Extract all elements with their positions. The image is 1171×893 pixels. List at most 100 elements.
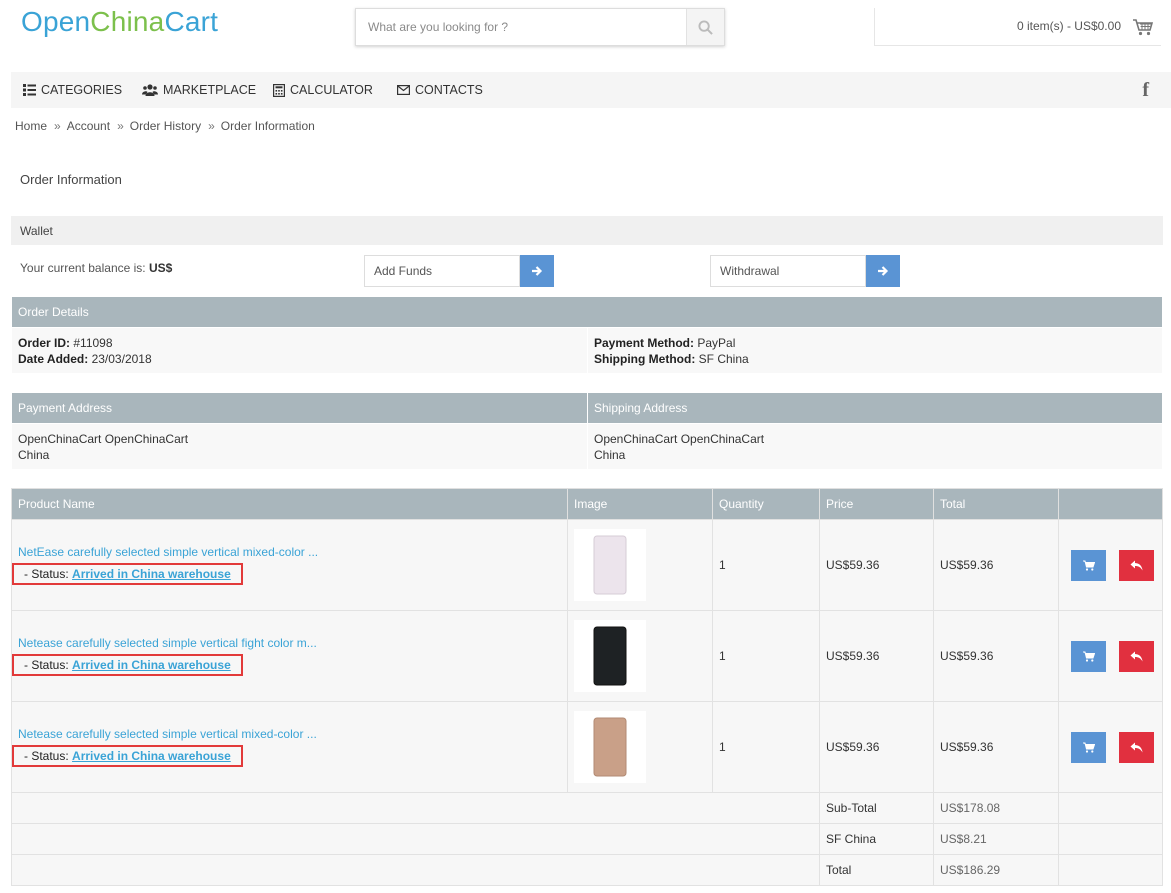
actions-cell <box>1058 610 1163 702</box>
total-cell: US$59.36 <box>933 519 1059 611</box>
status-link[interactable]: Arrived in China warehouse <box>72 567 231 581</box>
wallet-heading: Wallet <box>11 216 1163 245</box>
cart-widget[interactable]: 0 item(s) - US$0.00 <box>874 8 1161 46</box>
status-highlight: - Status: Arrived in China warehouse <box>12 563 243 585</box>
shipping-method: SF China <box>698 351 749 366</box>
subtotal-value: US$178.08 <box>933 792 1059 824</box>
add-funds-input[interactable] <box>364 255 520 287</box>
product-name-cell: Netease carefully selected simple vertic… <box>11 701 568 793</box>
shopping-cart-icon <box>1127 14 1159 40</box>
facebook-icon[interactable]: f <box>1142 79 1149 102</box>
col-image: Image <box>567 488 713 520</box>
shipping-label: SF China <box>819 823 934 855</box>
product-thumbnail[interactable] <box>574 711 646 783</box>
product-link[interactable]: NetEase carefully selected simple vertic… <box>18 545 318 559</box>
return-button[interactable] <box>1119 549 1154 581</box>
status-link[interactable]: Arrived in China warehouse <box>72 658 231 672</box>
withdrawal-button[interactable] <box>866 255 900 287</box>
breadcrumb: Home» Account» Order History» Order Informa… <box>15 119 315 133</box>
reorder-button[interactable] <box>1071 731 1106 763</box>
nav-item-marketplace[interactable]: MARKETPLACE <box>142 72 256 108</box>
nav-item-calculator[interactable]: CALCULATOR <box>273 72 373 108</box>
products-table: Product Name Image Quantity Price Total … <box>11 488 1163 886</box>
payment-address-heading: Payment Address <box>11 392 588 424</box>
shopping-cart-icon <box>1082 742 1095 753</box>
reorder-button[interactable] <box>1071 549 1106 581</box>
site-logo[interactable]: OpenChinaCart <box>21 6 218 38</box>
quantity-cell: 1 <box>712 701 820 793</box>
product-link[interactable]: Netease carefully selected simple vertic… <box>18 636 317 650</box>
product-thumbnail[interactable] <box>574 620 646 692</box>
payment-method: PayPal <box>697 335 736 350</box>
status-link[interactable]: Arrived in China warehouse <box>72 749 231 763</box>
withdrawal-group <box>710 255 900 287</box>
withdrawal-input[interactable] <box>710 255 866 287</box>
price-cell: US$59.36 <box>819 610 934 702</box>
col-total: Total <box>933 488 1059 520</box>
order-details-table: Order Details Order ID: #11098 Date Adde… <box>11 296 1163 374</box>
status-highlight: - Status: Arrived in China warehouse <box>12 745 243 767</box>
total-row: Total US$186.29 <box>11 854 1163 886</box>
actions-cell <box>1058 701 1163 793</box>
product-image-cell <box>567 701 713 793</box>
cart-summary: 0 item(s) - US$0.00 <box>1016 19 1121 33</box>
col-quantity: Quantity <box>712 488 820 520</box>
balance-value: US$ <box>148 261 173 275</box>
products-header-row: Product Name Image Quantity Price Total <box>11 488 1163 520</box>
search-button[interactable] <box>686 9 724 45</box>
add-funds-group <box>364 255 554 287</box>
order-info-cell: Order ID: #11098 Date Added: 23/03/2018 <box>11 327 588 374</box>
payment-address: OpenChinaCart OpenChinaCart China <box>11 423 588 470</box>
arrow-right-icon <box>532 266 543 276</box>
breadcrumb-order-history[interactable]: Order History <box>130 119 201 133</box>
nav-item-contacts[interactable]: CONTACTS <box>397 72 483 108</box>
envelope-icon <box>397 85 410 95</box>
status-highlight: - Status: Arrived in China warehouse <box>12 654 243 676</box>
table-row: Netease carefully selected simple vertic… <box>11 701 1163 793</box>
calculator-icon <box>273 83 285 97</box>
reorder-button[interactable] <box>1071 640 1106 672</box>
shopping-cart-icon <box>1082 651 1095 662</box>
wallet-balance: Your current balance is: US$ <box>20 261 173 275</box>
breadcrumb-account[interactable]: Account <box>67 119 110 133</box>
col-product-name: Product Name <box>11 488 568 520</box>
table-row: NetEase carefully selected simple vertic… <box>11 519 1163 611</box>
price-cell: US$59.36 <box>819 519 934 611</box>
page-title: Order Information <box>20 172 122 187</box>
return-button[interactable] <box>1119 640 1154 672</box>
search-bar <box>355 8 725 46</box>
col-price: Price <box>819 488 934 520</box>
return-button[interactable] <box>1119 731 1154 763</box>
total-cell: US$59.36 <box>933 701 1059 793</box>
search-input[interactable] <box>356 9 686 45</box>
search-icon <box>698 19 713 35</box>
total-value: US$186.29 <box>933 854 1059 886</box>
product-thumbnail[interactable] <box>574 529 646 601</box>
product-name-cell: NetEase carefully selected simple vertic… <box>11 519 568 611</box>
method-info-cell: Payment Method: PayPal Shipping Method: … <box>587 327 1163 374</box>
breadcrumb-home[interactable]: Home <box>15 119 47 133</box>
product-image-cell <box>567 519 713 611</box>
nav-item-categories[interactable]: CATEGORIES <box>23 72 122 108</box>
reply-icon <box>1130 742 1143 752</box>
quantity-cell: 1 <box>712 610 820 702</box>
reply-icon <box>1130 651 1143 661</box>
reply-icon <box>1130 560 1143 570</box>
quantity-cell: 1 <box>712 519 820 611</box>
order-id: #11098 <box>73 335 113 350</box>
shipping-row: SF China US$8.21 <box>11 823 1163 855</box>
order-details-heading: Order Details <box>11 296 1163 328</box>
total-label: Total <box>819 854 934 886</box>
price-cell: US$59.36 <box>819 701 934 793</box>
breadcrumb-order-information[interactable]: Order Information <box>221 119 315 133</box>
total-cell: US$59.36 <box>933 610 1059 702</box>
subtotal-label: Sub-Total <box>819 792 934 824</box>
product-image-cell <box>567 610 713 702</box>
shopping-cart-icon <box>1082 560 1095 571</box>
product-link[interactable]: Netease carefully selected simple vertic… <box>18 727 317 741</box>
address-table: Payment Address Shipping Address OpenChi… <box>11 392 1163 470</box>
shipping-value: US$8.21 <box>933 823 1059 855</box>
add-funds-button[interactable] <box>520 255 554 287</box>
date-added: 23/03/2018 <box>91 351 152 366</box>
shipping-address: OpenChinaCart OpenChinaCart China <box>587 423 1163 470</box>
